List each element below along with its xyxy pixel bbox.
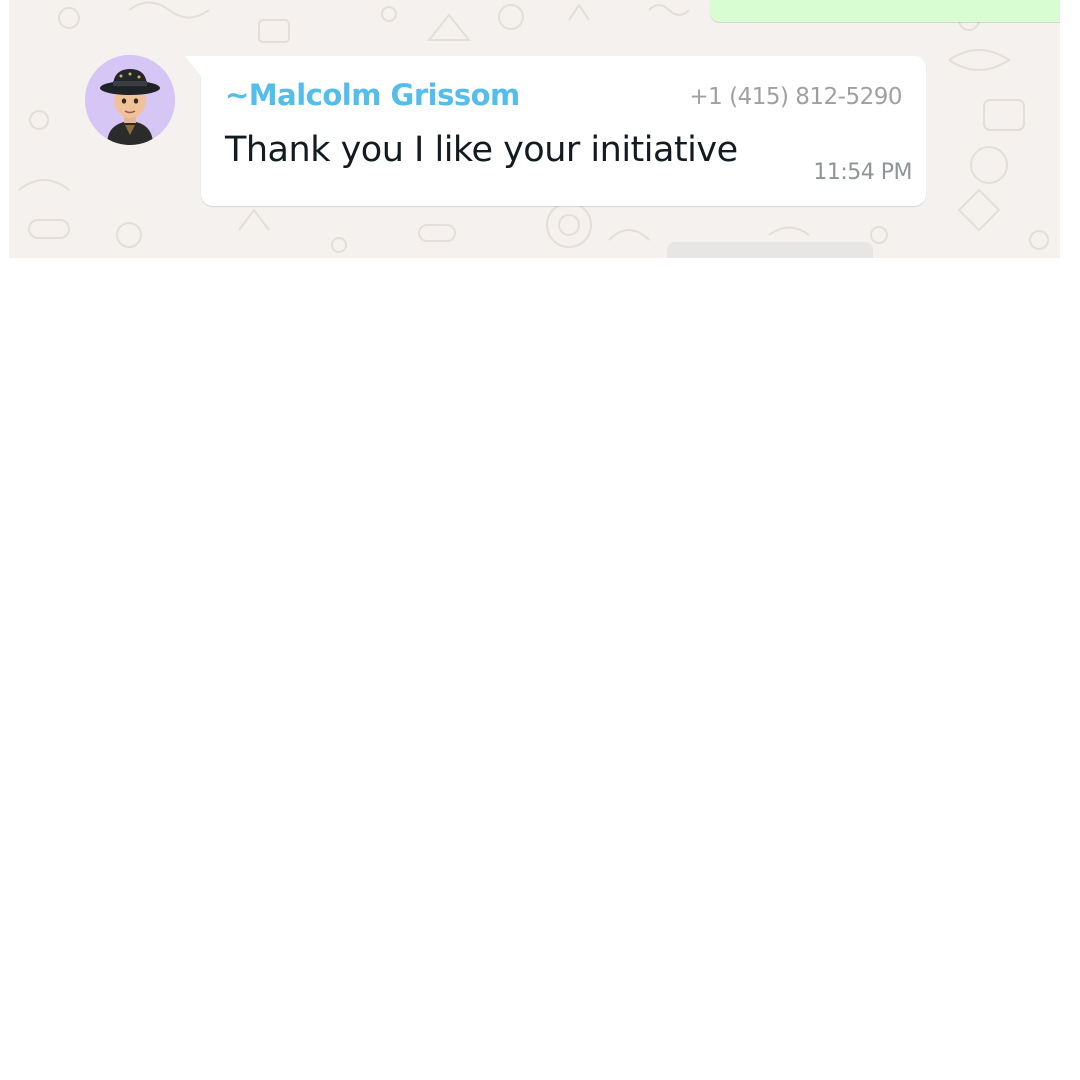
bubble-tail	[185, 56, 201, 76]
message-timestamp: 11:54 PM	[813, 160, 912, 185]
outgoing-message-bubble[interactable]	[710, 0, 1060, 22]
message-text: Thank you I like your initiative	[225, 130, 738, 170]
next-item-chip	[667, 242, 873, 258]
sender-name[interactable]: ~Malcolm Grissom	[225, 78, 520, 112]
avatar[interactable]	[85, 55, 175, 145]
avatar-3d-character-icon	[85, 55, 175, 145]
chat-panel: ~Malcolm Grissom +1 (415) 812-5290 Thank…	[9, 0, 1060, 258]
incoming-message-bubble[interactable]: ~Malcolm Grissom +1 (415) 812-5290 Thank…	[185, 56, 926, 206]
sender-phone: +1 (415) 812-5290	[689, 84, 902, 110]
